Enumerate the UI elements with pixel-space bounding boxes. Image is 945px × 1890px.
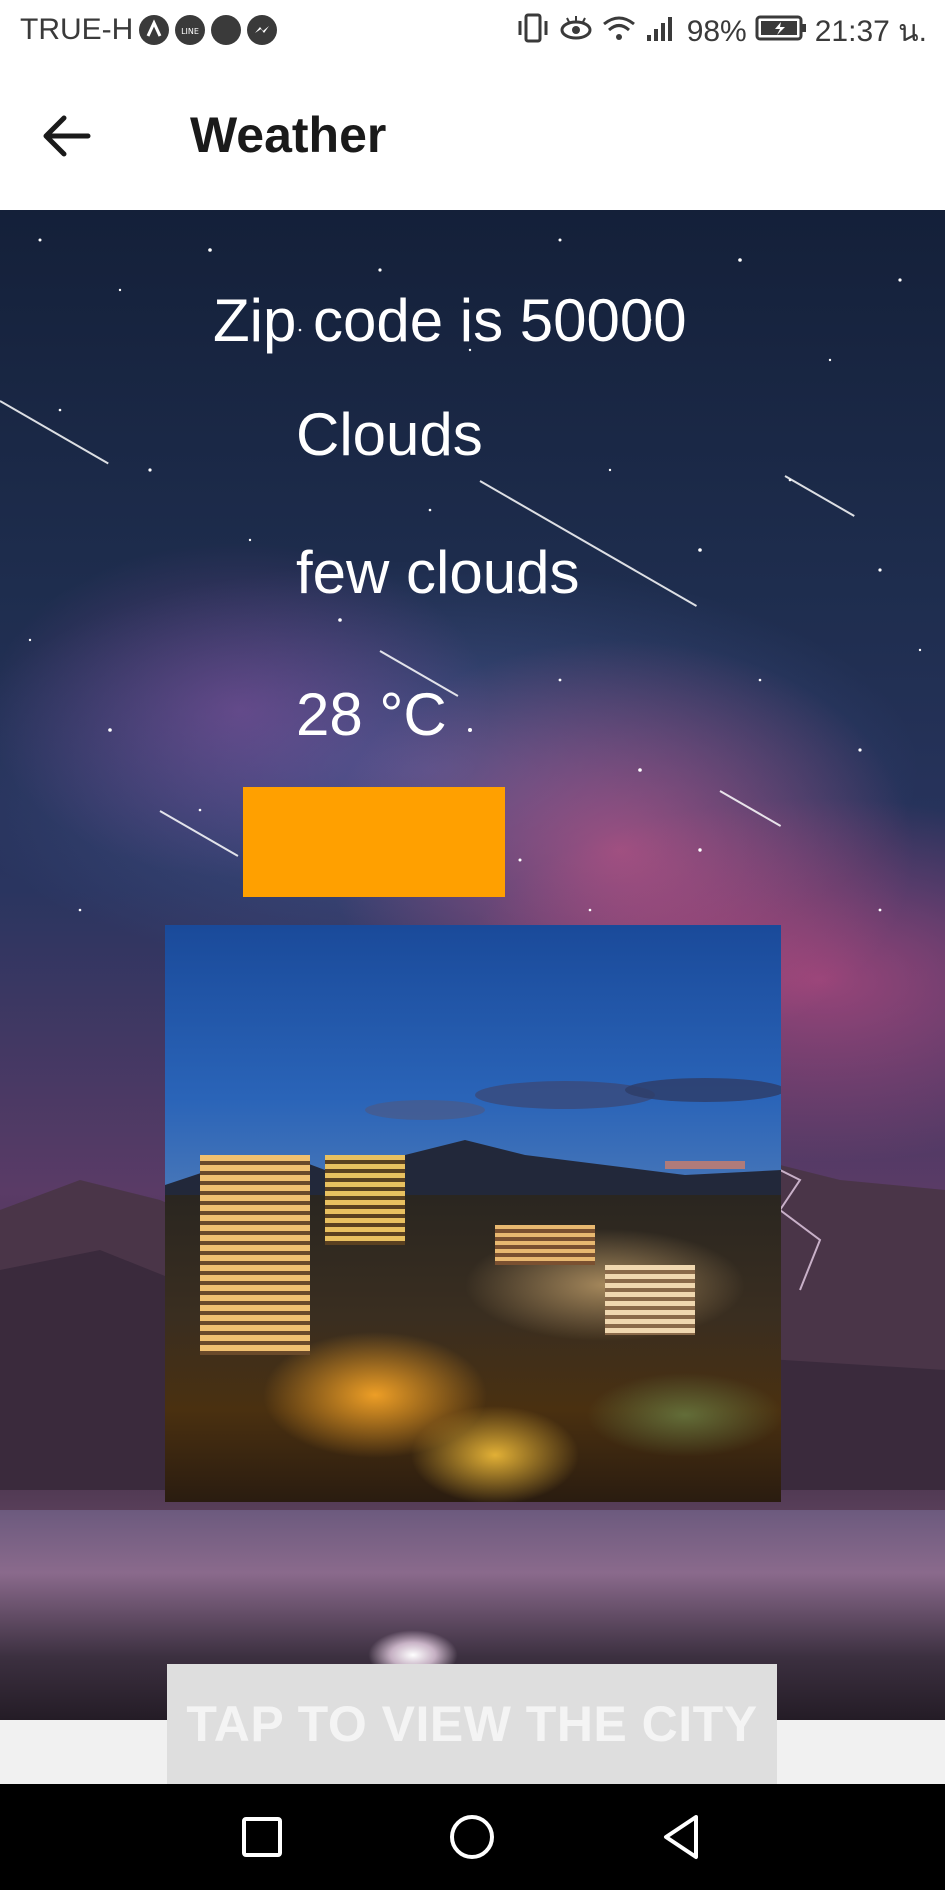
weather-content: Zip code is 50000 Clouds few clouds 28 °…: [0, 210, 945, 1720]
home-button[interactable]: [446, 1811, 498, 1863]
page-title: Weather: [190, 107, 387, 163]
signal-icon: [645, 13, 679, 51]
city-photo: [165, 925, 781, 1502]
white-building: [605, 1265, 695, 1335]
battery-percent: 98%: [686, 15, 747, 48]
eye-comfort-icon: [559, 12, 593, 52]
status-right: 98% 21:37 น.: [515, 12, 927, 52]
view-city-button[interactable]: TAP TO VIEW THE CITY: [167, 1664, 777, 1784]
battery-charging-icon: [755, 14, 807, 50]
navigation-bar: [0, 1784, 945, 1890]
line-app-icon: LINE: [175, 15, 206, 45]
weather-description: few clouds: [296, 539, 580, 606]
recent-apps-icon: [242, 1817, 282, 1857]
messenger-icon: [247, 15, 278, 45]
tower-building: [325, 1155, 405, 1245]
back-button[interactable]: [36, 104, 100, 168]
vibrate-icon: [515, 12, 551, 52]
chat-bubble-icon: [211, 15, 242, 45]
app-bar: Weather: [0, 64, 945, 210]
home-icon: [450, 1815, 494, 1859]
zip-code-text: Zip code is 50000: [213, 287, 687, 354]
status-bar: TRUE-H LINE 98% 21:37 น.: [0, 0, 945, 64]
notification-a-icon: [139, 15, 170, 45]
svg-text:LINE: LINE: [181, 27, 199, 36]
back-nav-button[interactable]: [656, 1811, 708, 1863]
low-building: [495, 1225, 595, 1265]
weather-icon-placeholder: [243, 787, 505, 897]
clock: 21:37 น.: [814, 15, 927, 48]
recent-apps-button[interactable]: [236, 1811, 288, 1863]
temperature: 28 °C: [296, 681, 447, 748]
back-triangle-icon: [664, 1815, 698, 1859]
status-left: TRUE-H LINE: [20, 12, 278, 48]
carrier-label: TRUE-H: [20, 13, 134, 46]
wifi-icon: [601, 12, 637, 52]
weather-main: Clouds: [296, 401, 483, 468]
hotel-building: [200, 1155, 310, 1355]
arrow-left-icon: [43, 115, 91, 157]
